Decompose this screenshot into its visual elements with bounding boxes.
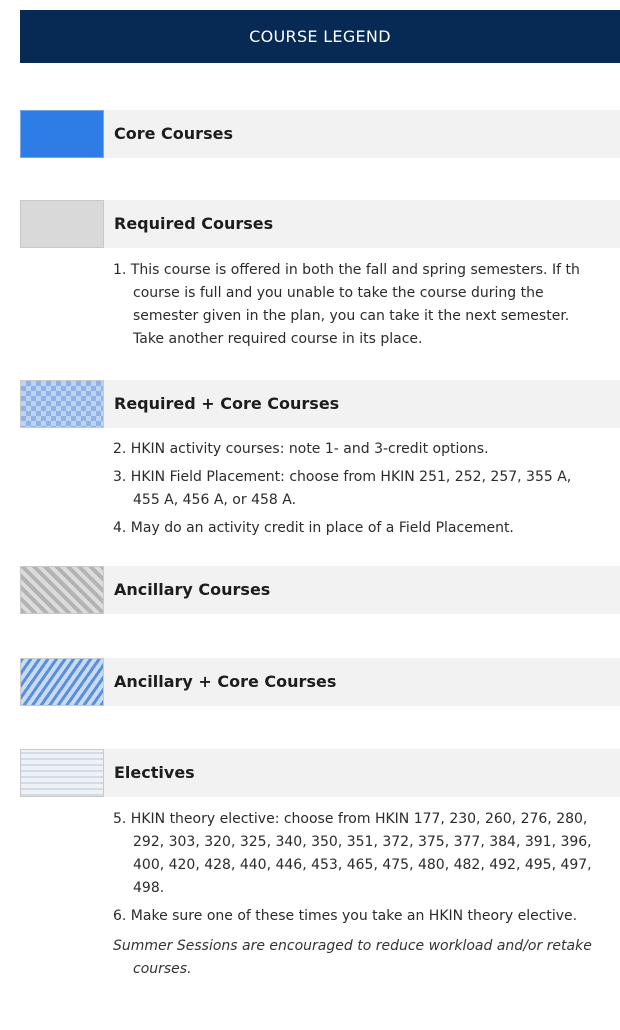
required-core-label: Required + Core Courses: [104, 380, 620, 428]
required-core-swatch: [20, 380, 104, 428]
note-2: 2. HKIN activity courses: note 1- and 3-…: [113, 441, 489, 457]
ancillary-swatch: [20, 566, 104, 614]
required-swatch: [20, 200, 104, 248]
note-3: 3. HKIN Field Placement: choose from HKI…: [113, 469, 572, 508]
required-label: Required Courses: [104, 200, 620, 248]
ancillary-core-label: Ancillary + Core Courses: [104, 658, 620, 706]
electives-swatch: [20, 749, 104, 797]
summer-note: Summer Sessions are encouraged to reduce…: [113, 938, 592, 977]
core-swatch: [20, 110, 104, 158]
legend-title: COURSE LEGEND: [249, 27, 391, 46]
note-1: 1. This course is offered in both the fa…: [113, 262, 580, 347]
core-label: Core Courses: [104, 110, 620, 158]
electives-notes: 5. HKIN theory elective: choose from HKI…: [113, 808, 613, 933]
electives-label: Electives: [104, 749, 620, 797]
ancillary-label: Ancillary Courses: [104, 566, 620, 614]
note-4: 4. May do an activity credit in place of…: [113, 520, 514, 536]
note-6: 6. Make sure one of these times you take…: [113, 908, 578, 924]
required-core-notes: 2. HKIN activity courses: note 1- and 3-…: [113, 438, 583, 545]
note-5: 5. HKIN theory elective: choose from HKI…: [113, 811, 592, 896]
required-notes: 1. This course is offered in both the fa…: [113, 259, 603, 356]
ancillary-core-swatch: [20, 658, 104, 706]
legend-header: COURSE LEGEND: [20, 10, 620, 63]
